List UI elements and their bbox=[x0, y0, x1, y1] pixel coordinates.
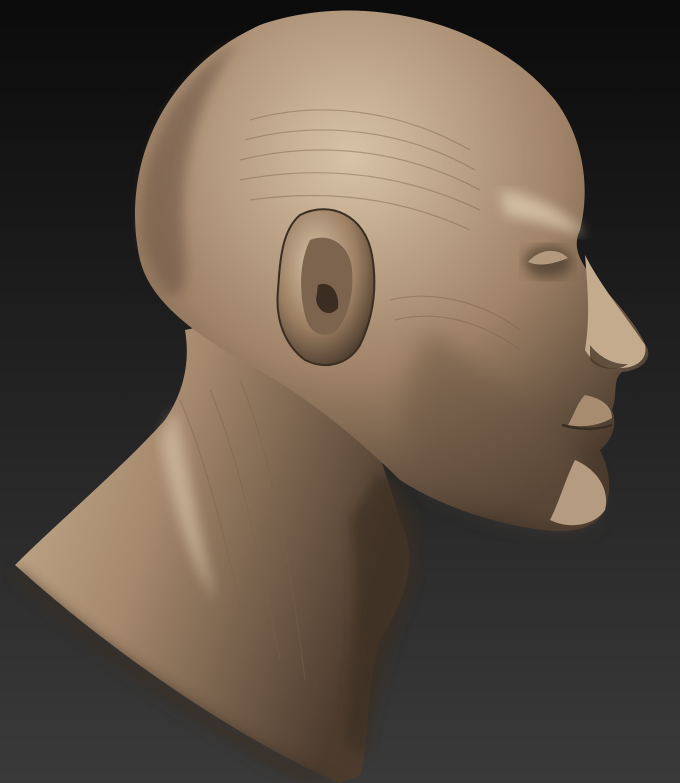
sculpt-canvas[interactable] bbox=[0, 0, 680, 783]
sculpt-viewport[interactable] bbox=[0, 0, 680, 783]
